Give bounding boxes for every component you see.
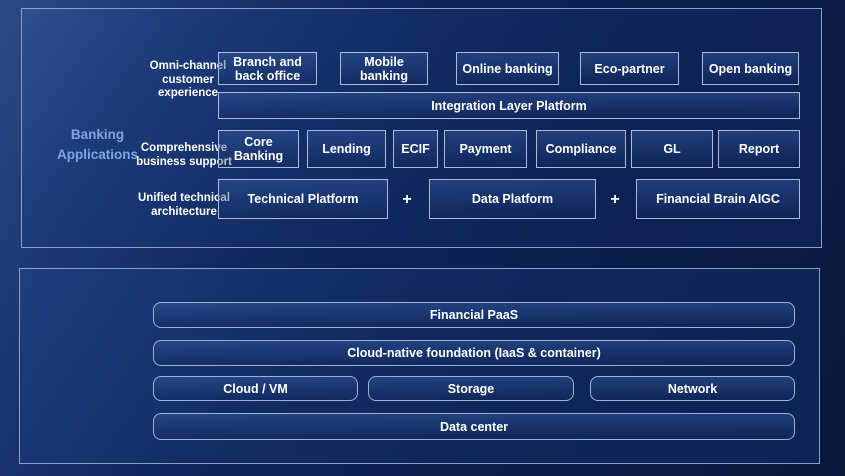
- box-technical-platform: Technical Platform: [218, 179, 388, 219]
- box-gl: GL: [631, 130, 713, 168]
- box-financial-brain-aigc: Financial Brain AIGC: [636, 179, 800, 219]
- plus-sign: +: [607, 192, 623, 208]
- box-network: Network: [590, 376, 795, 401]
- box-core-banking: Core Banking: [218, 130, 299, 168]
- box-lending: Lending: [307, 130, 386, 168]
- box-mobile-banking: Mobile banking: [340, 52, 428, 85]
- architecture-diagram: Banking Applications Omni-channel custom…: [0, 0, 845, 476]
- box-data-platform: Data Platform: [429, 179, 596, 219]
- box-branch-and-back-office: Branch and back office: [218, 52, 317, 85]
- box-online-banking: Online banking: [456, 52, 559, 85]
- box-open-banking: Open banking: [702, 52, 799, 85]
- box-data-center: Data center: [153, 413, 795, 440]
- box-cloud-vm: Cloud / VM: [153, 376, 358, 401]
- box-report: Report: [718, 130, 800, 168]
- box-payment: Payment: [444, 130, 527, 168]
- box-eco-partner: Eco-partner: [580, 52, 679, 85]
- box-ecif: ECIF: [393, 130, 438, 168]
- box-financial-paas: Financial PaaS: [153, 302, 795, 328]
- plus-sign: +: [399, 192, 415, 208]
- box-cloud-native-foundation: Cloud-native foundation (IaaS & containe…: [153, 340, 795, 366]
- box-integration-layer-platform: Integration Layer Platform: [218, 92, 800, 119]
- box-compliance: Compliance: [536, 130, 626, 168]
- box-storage: Storage: [368, 376, 574, 401]
